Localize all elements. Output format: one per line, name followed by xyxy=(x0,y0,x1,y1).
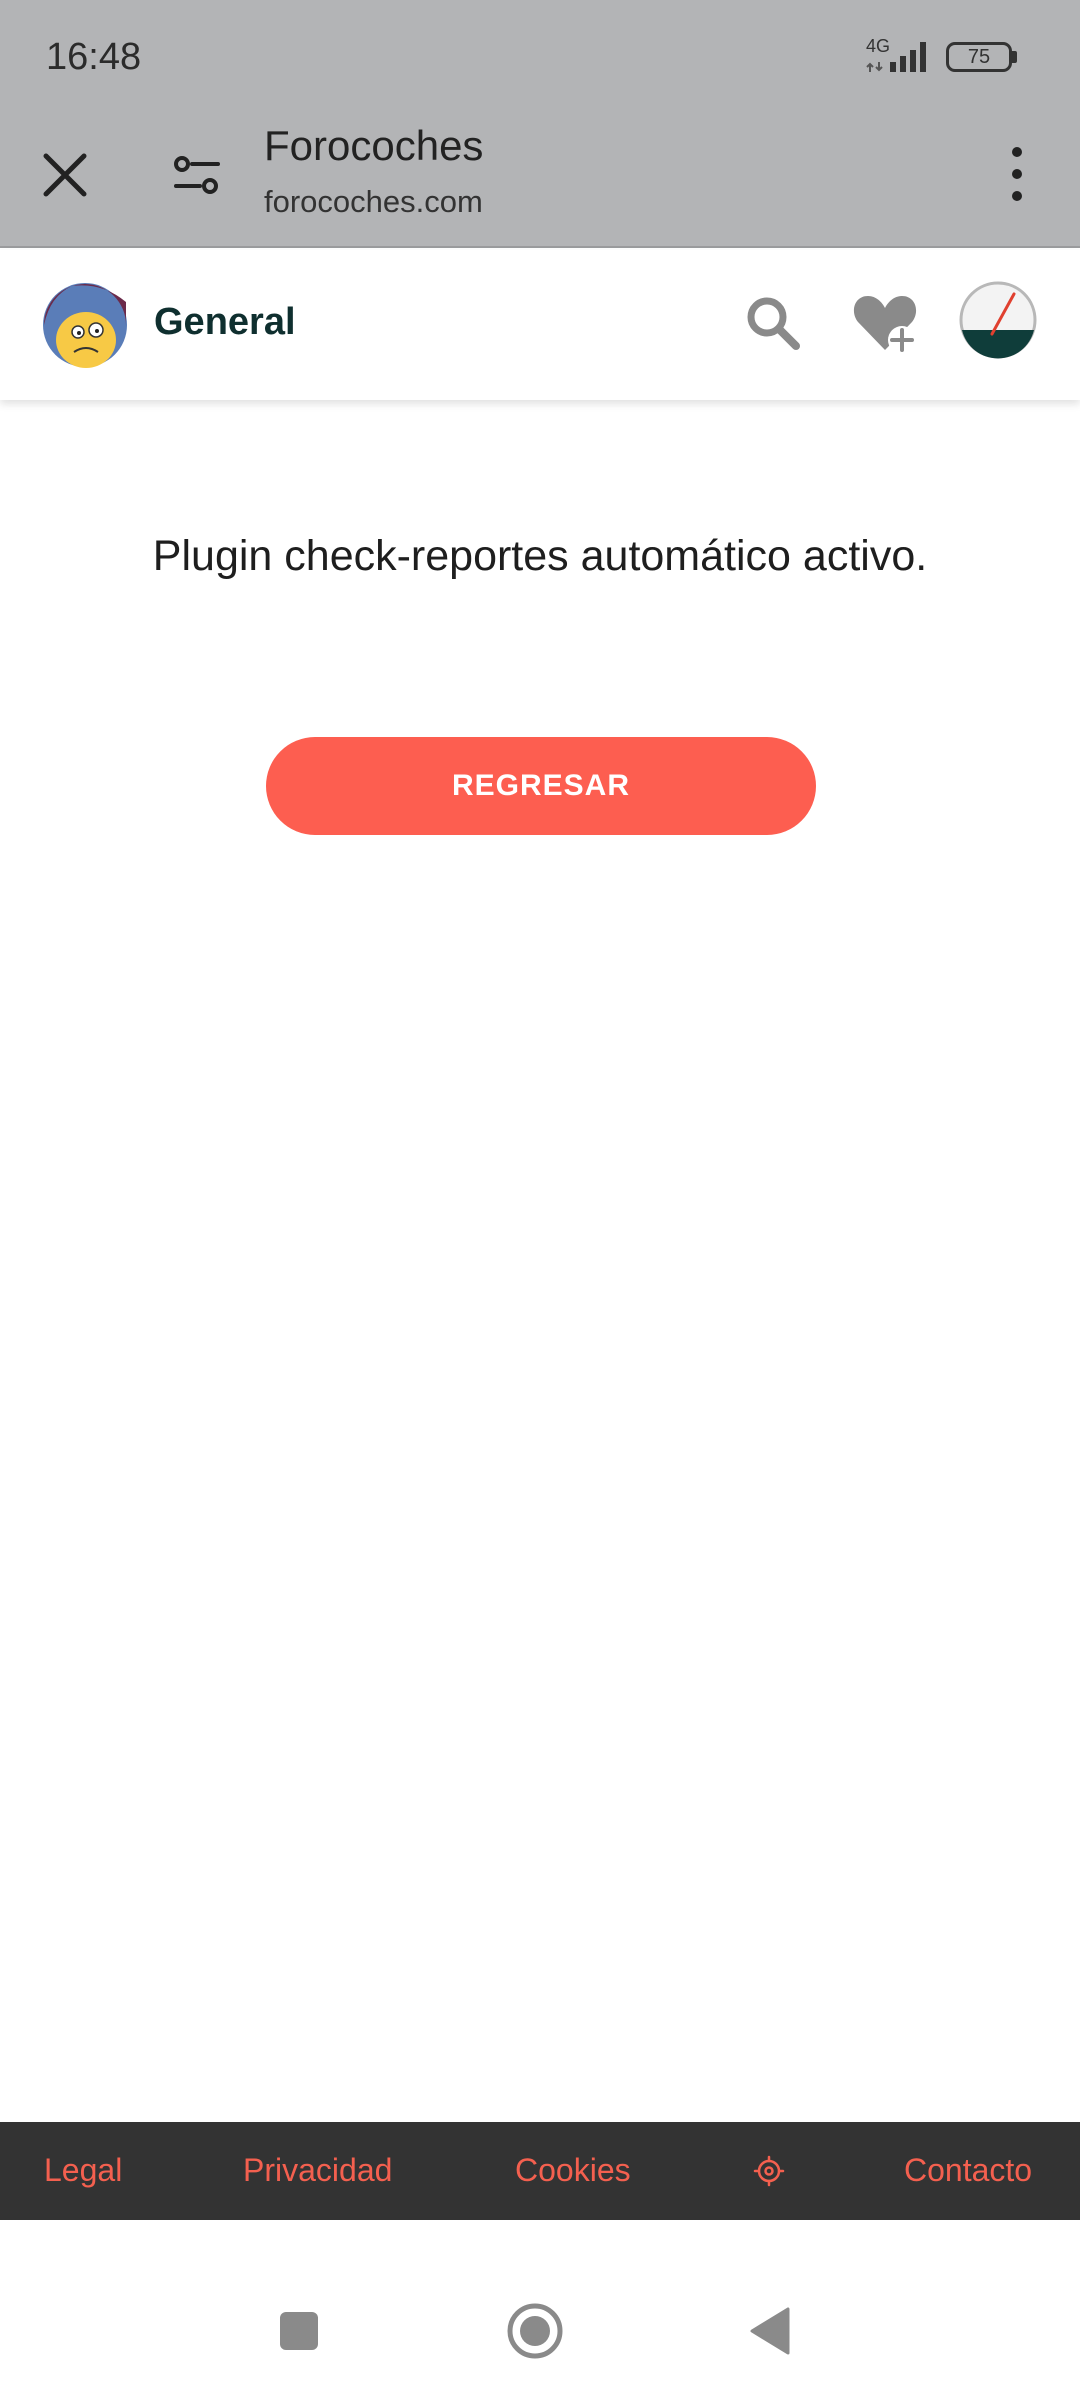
signal-icon xyxy=(866,42,926,72)
square-icon[interactable] xyxy=(278,2310,320,2352)
battery-tip xyxy=(1012,51,1017,63)
triangle-back-icon[interactable] xyxy=(748,2306,792,2356)
gauge-icon[interactable] xyxy=(958,280,1038,360)
status-message: Plugin check-reportes automático activo. xyxy=(152,532,928,580)
circle-icon[interactable] xyxy=(506,2302,564,2360)
tune-icon[interactable] xyxy=(168,146,226,204)
site-footer: Legal Privacidad Cookies Contacto xyxy=(0,2122,1080,2220)
avatar[interactable] xyxy=(42,282,128,368)
more-vert-icon[interactable] xyxy=(1000,142,1034,206)
search-icon[interactable] xyxy=(740,290,806,356)
forum-name[interactable]: General xyxy=(154,301,296,344)
battery-indicator: 75 xyxy=(946,42,1012,72)
heart-plus-icon[interactable] xyxy=(850,288,920,358)
page-url[interactable]: forocoches.com xyxy=(264,184,483,220)
footer-link-contact[interactable]: Contacto xyxy=(904,2152,1032,2189)
browser-toolbar: Forocoches forocoches.com xyxy=(0,118,1080,248)
status-time: 16:48 xyxy=(46,36,142,78)
forum-header: General xyxy=(0,250,1080,400)
page-title: Forocoches xyxy=(264,122,484,169)
close-icon[interactable] xyxy=(36,146,94,204)
footer-link-privacy[interactable]: Privacidad xyxy=(243,2152,392,2189)
battery-level: 75 xyxy=(967,46,991,68)
back-button[interactable]: REGRESAR xyxy=(266,737,816,835)
gear-icon[interactable] xyxy=(752,2154,786,2188)
system-nav-bar xyxy=(0,2220,1080,2400)
footer-link-cookies[interactable]: Cookies xyxy=(515,2152,631,2189)
footer-link-legal[interactable]: Legal xyxy=(44,2152,122,2189)
status-bar: 16:48 4G 75 xyxy=(0,0,1080,118)
